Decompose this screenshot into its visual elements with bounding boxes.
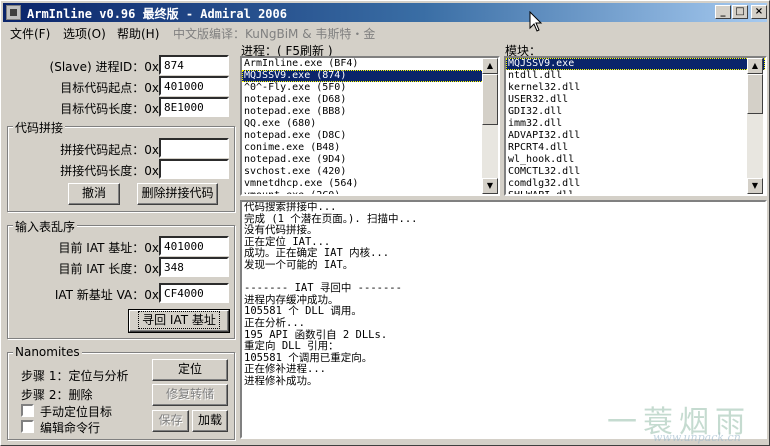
main-window: ArmInline v0.96 最终版 - Admiral 2006 _ □ ×…	[0, 0, 770, 446]
module-list[interactable]: MQJSSV9.exe ntdll.dll kernel32.dll USER32.d…	[504, 56, 767, 196]
menu-credit: 中文版编译：KuNgBiM & 韦斯特・金	[173, 27, 376, 41]
menu-options[interactable]: 选项(O)	[63, 25, 106, 42]
module-item[interactable]: imm32.dll	[506, 118, 765, 130]
target-start-field[interactable]: 401000	[159, 76, 229, 96]
module-scroll-up-icon[interactable]: ▲	[747, 58, 763, 74]
target-start-label: 目标代码起点：0x	[60, 81, 159, 95]
module-item[interactable]: SHLWAPI.dll	[506, 190, 765, 194]
module-item[interactable]: ntdll.dll	[506, 70, 765, 82]
module-rows: MQJSSV9.exe ntdll.dll kernel32.dll USER32.d…	[506, 58, 765, 194]
find-iat-label: 寻回 IAT 基址	[138, 311, 220, 329]
process-item[interactable]: MQJSSV9.exe (874)	[242, 70, 498, 82]
splice-length-field[interactable]	[159, 159, 229, 179]
remove-splice-button[interactable]: 删除拼接代码	[137, 183, 218, 205]
iat-length-label: 目前 IAT 长度：0x	[58, 262, 159, 276]
process-rows: ArmInline.exe (BF4) MQJSSV9.exe (874) ^0^-…	[242, 58, 498, 194]
log-line: 进程修补成功。	[244, 374, 318, 387]
process-list[interactable]: ArmInline.exe (BF4) MQJSSV9.exe (874) ^0^-…	[240, 56, 500, 196]
close-button[interactable]: ×	[751, 5, 767, 19]
log-line: 发现一个可能的 IAT。	[244, 258, 354, 271]
module-scroll-down-icon[interactable]: ▼	[747, 178, 763, 194]
target-length-field[interactable]: 8E1000	[159, 97, 229, 117]
log-line: 重定向 DLL 引用：	[244, 340, 339, 353]
log-output[interactable]: 代码搜索拼接中... 完成 (1 个潜在页面。). 扫描中... 没有代码拼接。 正在…	[240, 200, 767, 439]
menu-bar: 文件(F) 选项(O) 帮助(H) 中文版编译：KuNgBiM & 韦斯特・金	[3, 23, 767, 41]
locate-button[interactable]: 定位	[152, 359, 228, 381]
process-item[interactable]: notepad.exe (D68)	[242, 94, 498, 106]
mouse-cursor-icon	[529, 11, 543, 32]
module-item[interactable]: wl_hook.dll	[506, 154, 765, 166]
log-line: ------- IAT 寻回中 -------	[244, 282, 402, 295]
edit-cmdline-label: 编辑命令行	[40, 421, 101, 435]
iat-new-va-label: IAT 新基址 VA：0x	[54, 288, 159, 302]
module-item[interactable]: ADVAPI32.dll	[506, 130, 765, 142]
title-bar[interactable]: ArmInline v0.96 最终版 - Admiral 2006 _ □ ×	[3, 3, 767, 22]
process-item[interactable]: notepad.exe (BB8)	[242, 106, 498, 118]
save-button[interactable]: 保存	[152, 410, 189, 432]
repair-dump-button[interactable]: 修复转储	[152, 384, 228, 406]
slave-pid-label: (Slave) 进程ID：0x	[49, 60, 159, 74]
module-item[interactable]: GDI32.dll	[506, 106, 765, 118]
log-line: 正在分析...	[244, 316, 305, 329]
iat-redirection-title: 输入表乱序	[13, 218, 78, 235]
module-item[interactable]: kernel32.dll	[506, 82, 765, 94]
module-scroll-thumb[interactable]	[747, 74, 763, 114]
load-button[interactable]: 加载	[192, 410, 228, 432]
module-item[interactable]: COMCTL32.dll	[506, 166, 765, 178]
nanomites-title: Nanomites	[13, 345, 82, 359]
process-item[interactable]: svchost.exe (420)	[242, 166, 498, 178]
process-scroll-down-icon[interactable]: ▼	[482, 178, 498, 194]
process-item[interactable]: QQ.exe (680)	[242, 118, 498, 130]
module-item[interactable]: MQJSSV9.exe	[506, 58, 765, 70]
slave-pid-field[interactable]: 874	[159, 55, 229, 75]
process-scroll-up-icon[interactable]: ▲	[482, 58, 498, 74]
process-scroll-thumb[interactable]	[482, 74, 498, 125]
module-item[interactable]: USER32.dll	[506, 94, 765, 106]
splice-length-label: 拼接代码长度：0x	[60, 164, 159, 178]
window-title: ArmInline v0.96 最终版 - Admiral 2006	[27, 7, 287, 21]
find-iat-button[interactable]: 寻回 IAT 基址	[128, 309, 230, 333]
minimize-button[interactable]: _	[715, 5, 731, 19]
process-item[interactable]: conime.exe (B48)	[242, 142, 498, 154]
menu-help[interactable]: 帮助(H)	[117, 25, 159, 42]
manual-locate-checkbox[interactable]	[21, 404, 34, 417]
process-item[interactable]: ArmInline.exe (BF4)	[242, 58, 498, 70]
iat-base-label: 目前 IAT 基址：0x	[58, 241, 159, 255]
module-item[interactable]: comdlg32.dll	[506, 178, 765, 190]
process-item[interactable]: vmnetdhcp.exe (564)	[242, 178, 498, 190]
process-item[interactable]: notepad.exe (D8C)	[242, 130, 498, 142]
module-item[interactable]: RPCRT4.dll	[506, 142, 765, 154]
target-length-label: 目标代码长度：0x	[60, 102, 159, 116]
edit-cmdline-checkbox[interactable]	[21, 420, 34, 433]
process-item[interactable]: ^0^-Fly.exe (5F0)	[242, 82, 498, 94]
process-scrollbar[interactable]: ▲ ▼	[482, 58, 498, 194]
step2-label: 步骤 2：删除	[21, 388, 93, 402]
iat-new-va-field[interactable]: CF4000	[159, 283, 229, 303]
log-line: 完成 (1 个潜在页面。). 扫描中...	[244, 212, 418, 225]
iat-length-field[interactable]: 348	[159, 257, 229, 277]
log-lines: 代码搜索拼接中... 完成 (1 个潜在页面。). 扫描中... 没有代码拼接。 正在…	[244, 202, 763, 388]
code-splice-title: 代码拼接	[13, 119, 66, 136]
process-item[interactable]: vmount.exe (2C0)	[242, 190, 498, 194]
iat-base-field[interactable]: 401000	[159, 236, 229, 256]
log-line: 105581 个 DLL 调用。	[244, 305, 362, 318]
module-scrollbar[interactable]: ▲ ▼	[747, 58, 763, 194]
log-line: 代码搜索拼接中...	[244, 201, 337, 213]
splice-start-label: 拼接代码起点：0x	[60, 143, 159, 157]
step1-label: 步骤 1：定位与分析	[21, 369, 129, 383]
undo-button[interactable]: 撤消	[68, 183, 120, 205]
manual-locate-label: 手动定位目标	[40, 405, 113, 419]
maximize-button[interactable]: □	[732, 5, 748, 19]
menu-file[interactable]: 文件(F)	[10, 25, 50, 42]
log-line: 正在修补进程...	[244, 363, 326, 376]
splice-start-field[interactable]	[159, 138, 229, 158]
process-item[interactable]: notepad.exe (9D4)	[242, 154, 498, 166]
app-icon[interactable]	[6, 5, 21, 20]
